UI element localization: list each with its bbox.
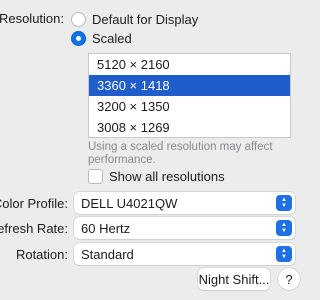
up-down-chevron-icon: ▲ ▼: [276, 220, 292, 236]
radio-button-selected[interactable]: [71, 30, 86, 46]
question-mark-icon[interactable]: ?: [278, 268, 300, 290]
resolution-list[interactable]: 5120 × 2160 3360 × 1418 3200 × 1350 3008…: [88, 53, 291, 138]
up-down-chevron-icon: ▲ ▼: [276, 195, 292, 211]
resolution-label: Resolution:: [0, 11, 64, 26]
rotation-value: Standard: [81, 246, 134, 262]
radio-button[interactable]: [71, 11, 86, 27]
scaled-resolution-hint: Using a scaled resolution may affect per…: [88, 141, 273, 166]
list-item[interactable]: 3008 × 1269: [89, 117, 290, 138]
night-shift-button[interactable]: Night Shift...: [198, 268, 270, 290]
show-all-resolutions-checkbox[interactable]: Show all resolutions: [88, 167, 225, 185]
list-item[interactable]: 5120 × 2160: [89, 54, 290, 75]
list-item-selected[interactable]: 3360 × 1418: [89, 75, 290, 96]
refresh-rate-value: 60 Hertz: [81, 220, 131, 236]
refresh-rate-label: Refresh Rate:: [0, 221, 68, 236]
color-profile-popup[interactable]: DELL U4021QW ▲ ▼: [74, 192, 295, 214]
rotation-label: Rotation:: [15, 247, 68, 262]
checkbox-label: Show all resolutions: [109, 168, 225, 184]
radio-label: Default for Display: [92, 11, 199, 27]
color-profile-value: DELL U4021QW: [81, 195, 178, 211]
checkbox[interactable]: [88, 168, 103, 184]
radio-scaled[interactable]: Scaled: [71, 29, 132, 47]
rotation-popup[interactable]: Standard ▲ ▼: [74, 243, 295, 265]
radio-default-for-display[interactable]: Default for Display: [71, 10, 198, 28]
up-down-chevron-icon: ▲ ▼: [276, 246, 292, 262]
radio-label: Scaled: [92, 30, 132, 46]
list-item[interactable]: 3200 × 1350: [89, 96, 290, 117]
color-profile-label: Color Profile:: [0, 196, 68, 211]
refresh-rate-popup[interactable]: 60 Hertz ▲ ▼: [74, 217, 295, 239]
